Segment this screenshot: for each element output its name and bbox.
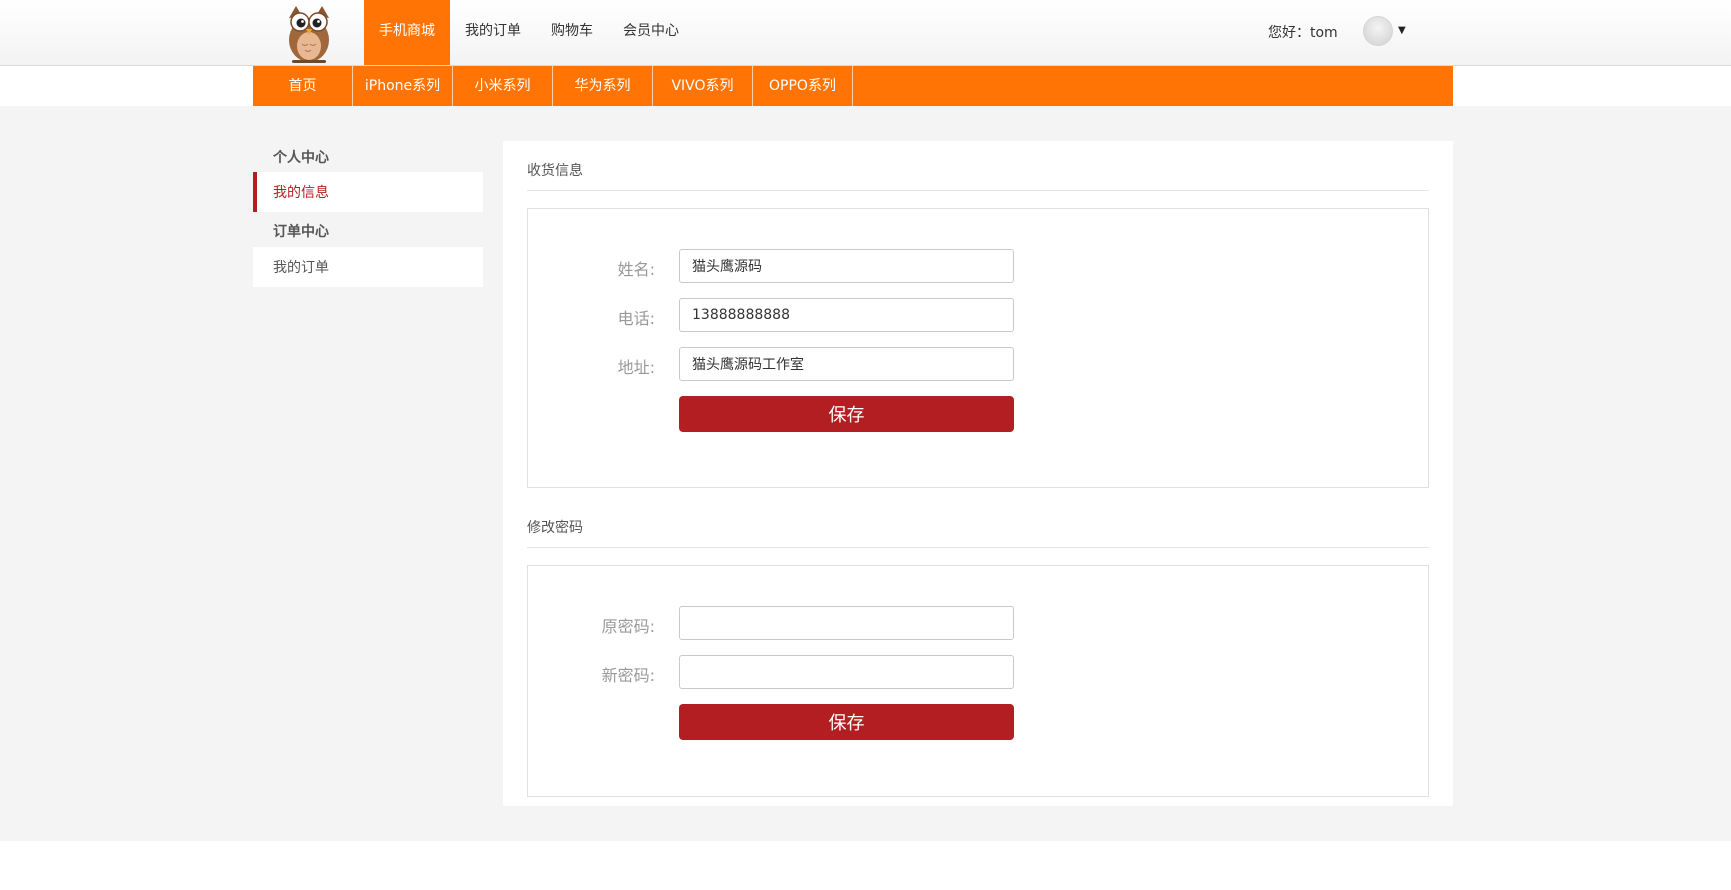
old-password-label: 原密码:: [601, 617, 655, 636]
phone-input[interactable]: [679, 298, 1014, 332]
name-label: 姓名:: [617, 260, 655, 279]
old-password-input[interactable]: [679, 606, 1014, 640]
category-iphone[interactable]: iPhone系列: [353, 66, 453, 106]
shipping-section-title: 收货信息: [527, 160, 1429, 191]
password-section-title: 修改密码: [527, 517, 1429, 548]
new-password-input[interactable]: [679, 655, 1014, 689]
sidebar-item-my-orders[interactable]: 我的订单: [253, 247, 483, 287]
nav-my-orders[interactable]: 我的订单: [450, 0, 536, 65]
caret-down-icon[interactable]: ▼: [1398, 25, 1406, 36]
category-home[interactable]: 首页: [253, 66, 353, 106]
category-huawei[interactable]: 华为系列: [553, 66, 653, 106]
name-input[interactable]: [679, 249, 1014, 283]
top-nav: 手机商城 我的订单 购物车 会员中心: [364, 0, 694, 65]
user-avatar-icon[interactable]: [1363, 16, 1393, 46]
nav-phone-mall[interactable]: 手机商城: [364, 0, 450, 65]
active-indicator: [253, 172, 257, 212]
nav-member-center[interactable]: 会员中心: [608, 0, 694, 65]
nav-cart[interactable]: 购物车: [536, 0, 608, 65]
category-vivo[interactable]: VIVO系列: [653, 66, 753, 106]
user-greeting: 您好：tom: [1268, 25, 1338, 41]
sidebar-item-label: 我的信息: [273, 185, 329, 201]
category-xiaomi[interactable]: 小米系列: [453, 66, 553, 106]
sidebar-group-orders: 订单中心: [273, 224, 329, 240]
save-password-button[interactable]: 保存: [679, 704, 1014, 740]
owl-logo[interactable]: [278, 0, 340, 64]
category-bar: 首页 iPhone系列 小米系列 华为系列 VIVO系列 OPPO系列: [253, 66, 1453, 106]
top-header: 手机商城 我的订单 购物车 会员中心 您好：tom ▼: [0, 0, 1731, 66]
phone-label: 电话:: [617, 309, 655, 328]
sidebar-item-my-info[interactable]: 我的信息: [253, 172, 483, 212]
address-input[interactable]: [679, 347, 1014, 381]
address-label: 地址:: [617, 358, 655, 377]
sidebar-group-personal: 个人中心: [273, 150, 329, 166]
category-oppo[interactable]: OPPO系列: [753, 66, 853, 106]
sidebar-item-label: 我的订单: [273, 260, 329, 276]
save-shipping-button[interactable]: 保存: [679, 396, 1014, 432]
new-password-label: 新密码:: [601, 666, 655, 685]
